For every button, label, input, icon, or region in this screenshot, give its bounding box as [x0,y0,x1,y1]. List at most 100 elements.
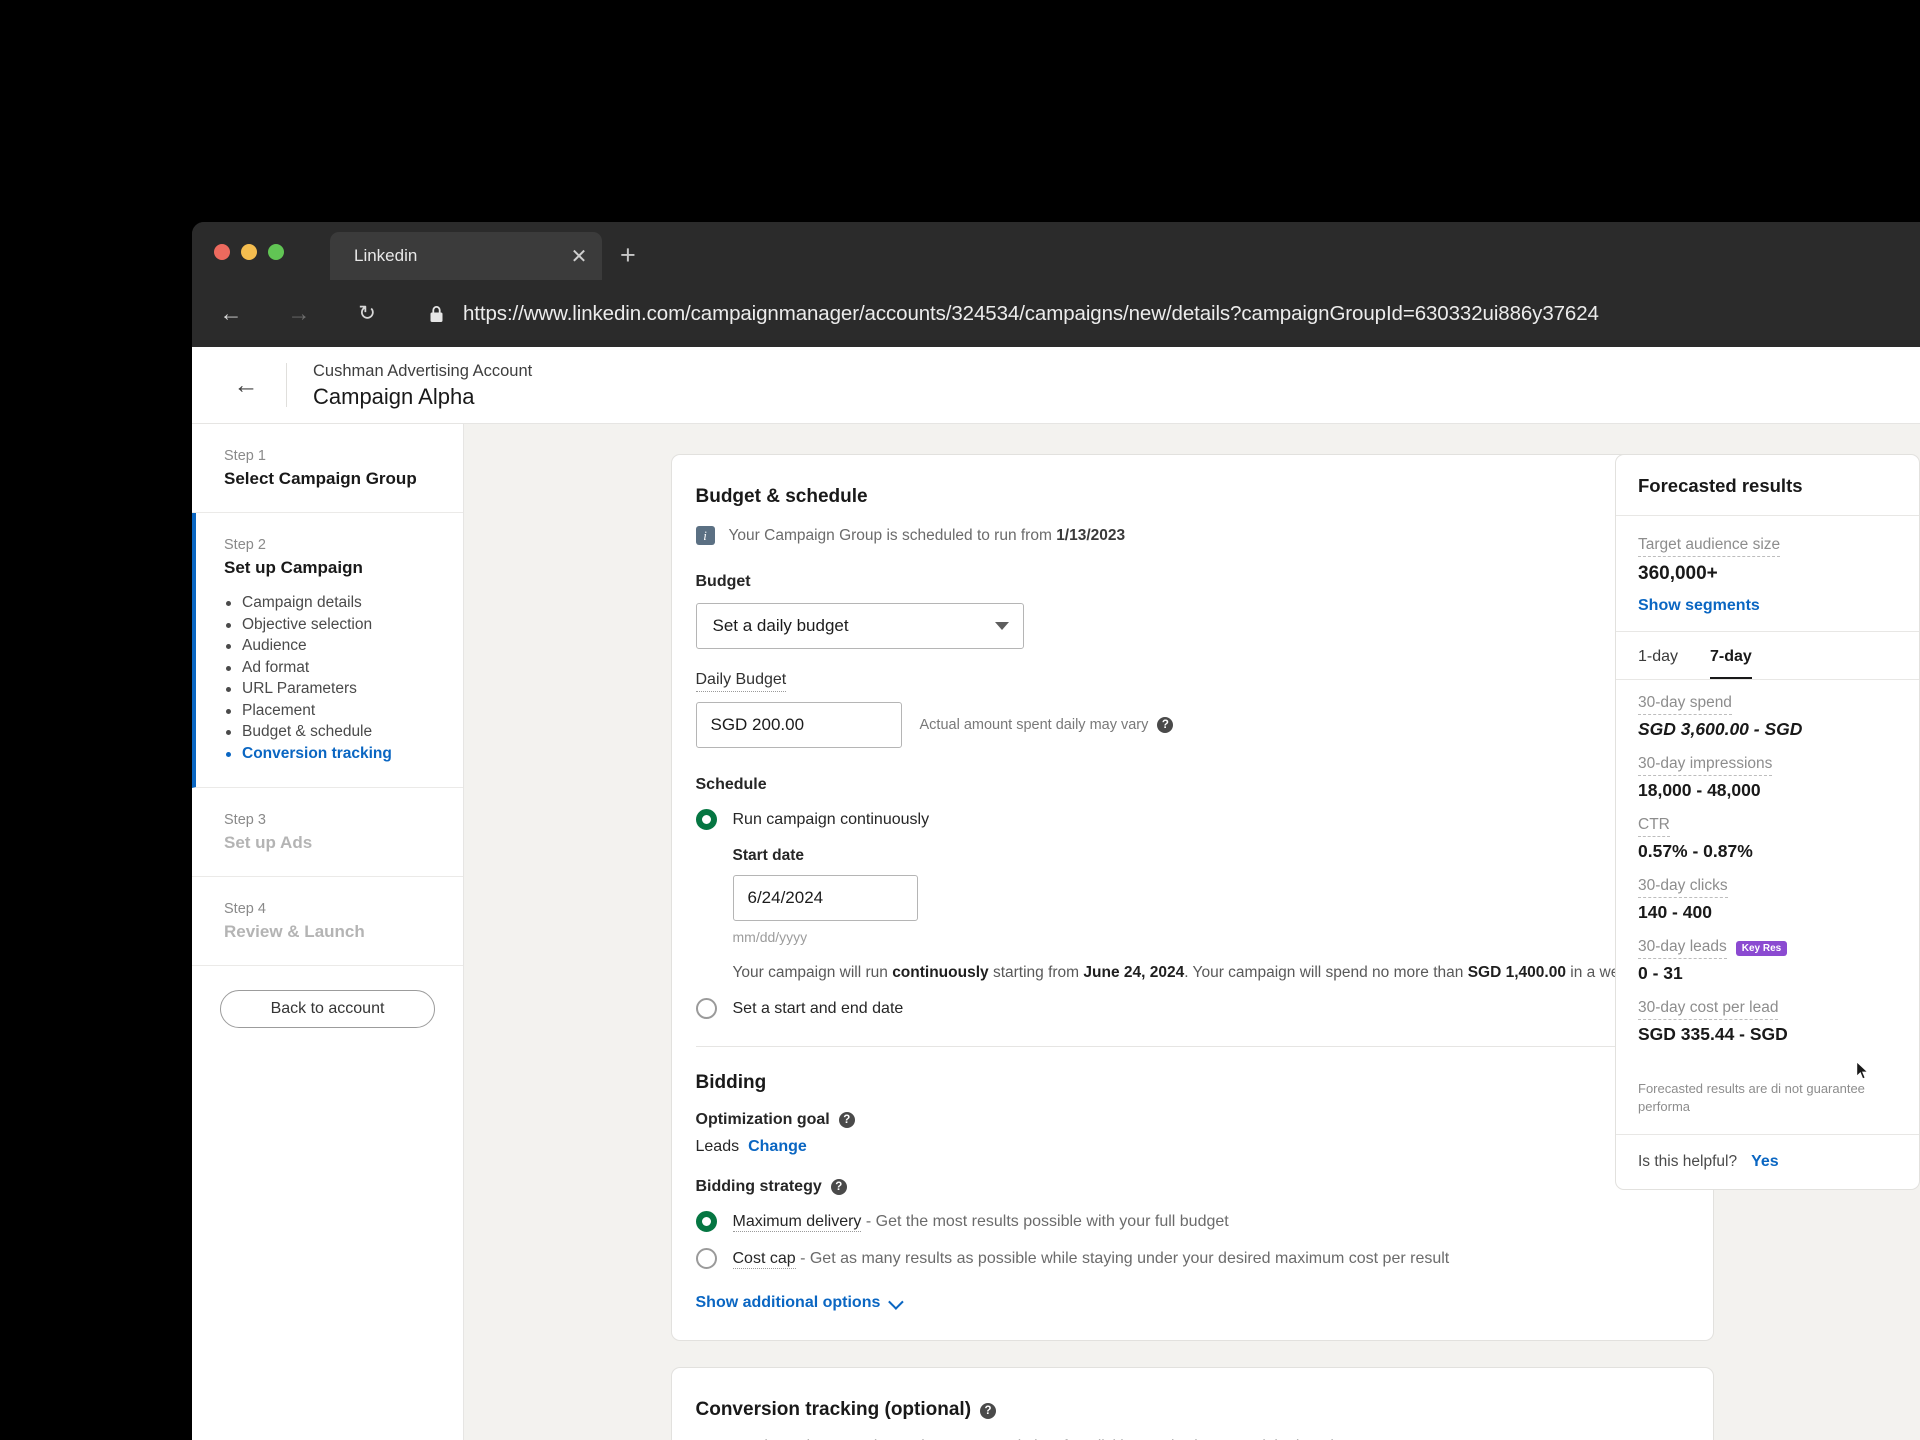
optimization-goal-label: Optimization goal [695,1111,830,1128]
chevron-down-icon [994,622,1009,630]
schedule-start-end-option[interactable]: Set a start and end date [695,997,1689,1020]
metric-30-day-cost-per-lead: 30-day cost per lead SGD 335.44 - SGD [1638,999,1897,1045]
daily-budget-row: Actual amount spent daily may vary? [695,702,1689,748]
optimization-goal-row: Leads Change [696,1138,1689,1156]
metric-label: 30-day clicks [1638,877,1728,898]
tab-strip: Linkedin ✕ + [192,222,1920,280]
divider [695,1046,1689,1047]
divider [286,363,287,407]
sidebar-step-2[interactable]: Step 2 Set up Campaign Campaign details … [192,513,463,788]
strategy-max-delivery-option[interactable]: Maximum delivery - Get the most results … [695,1210,1689,1233]
feedback-yes-button[interactable]: Yes [1751,1153,1779,1171]
show-additional-options-label: Show additional options [695,1294,881,1311]
sidebar-item-url-parameters[interactable]: URL Parameters [224,679,433,700]
radio-label: Run campaign continuously [732,811,930,828]
budget-type-select[interactable]: Set a daily budget [695,603,1024,649]
show-segments-link[interactable]: Show segments [1638,597,1897,615]
back-to-account-button[interactable]: Back to account [220,990,435,1028]
sidebar-step-1[interactable]: Step 1 Select Campaign Group [192,424,463,513]
arrow-left-icon[interactable]: ← [214,297,248,331]
url-text[interactable]: https://www.linkedin.com/campaignmanager… [463,302,1599,326]
section-title: Budget & schedule [695,486,868,507]
strategy-cost-cap-option[interactable]: Cost cap - Get as many results as possib… [695,1247,1689,1270]
start-date-label: Start date [732,847,805,864]
tab-7-day[interactable]: 7-day [1710,648,1752,679]
forecast-metrics: 30-day spend SGD 3,600.00 - SGD 30-day i… [1616,679,1919,1076]
target-audience-value: 360,000+ [1638,563,1718,584]
sidebar-item-ad-format[interactable]: Ad format [224,658,433,679]
radio-cost-cap[interactable] [695,1248,717,1269]
metric-30-day-impressions: 30-day impressions 18,000 - 48,000 [1638,755,1897,801]
schedule-label: Schedule [695,776,767,793]
metric-30-day-clicks: 30-day clicks 140 - 400 [1638,877,1897,923]
sidebar-item-placement[interactable]: Placement [224,701,433,722]
bidding-title: Bidding [695,1072,767,1093]
plus-icon[interactable]: + [620,242,636,269]
metric-value: SGD 335.44 - SGD [1638,1024,1788,1044]
info-icon: i [695,526,715,545]
radio-label: Set a start and end date [732,1000,904,1017]
question-mark-icon[interactable]: ? [980,1403,997,1419]
metric-label: 30-day impressions [1638,755,1773,776]
metric-30-day-leads: 30-day leads Key Res 0 - 31 [1638,938,1897,984]
change-optimization-goal-link[interactable]: Change [748,1138,807,1155]
optimization-goal-value: Leads [695,1138,740,1155]
step-number: Step 2 [224,537,266,553]
substep-list: Campaign details Objective selection Aud… [224,593,433,764]
daily-budget-label: Daily Budget [695,671,787,692]
budget-schedule-card: Budget & schedule i Your Campaign Group … [670,454,1714,1341]
step-name: Review & Launch [224,922,365,941]
metric-label: 30-day cost per lead [1638,999,1779,1020]
minimize-window-button[interactable] [241,244,257,260]
schedule-continuous-option[interactable]: Run campaign continuously [695,808,1689,831]
question-mark-icon[interactable]: ? [838,1112,855,1128]
sidebar-item-objective-selection[interactable]: Objective selection [224,615,433,636]
sidebar-item-audience[interactable]: Audience [224,636,433,657]
arrow-left-icon[interactable]: ← [232,371,260,400]
question-mark-icon[interactable]: ? [1157,717,1174,733]
daily-budget-input[interactable] [695,702,902,748]
sidebar-item-campaign-details[interactable]: Campaign details [224,593,433,614]
radio-start-end-date[interactable] [695,998,717,1019]
page-header: ← Cushman Advertising Account Campaign A… [192,347,1920,424]
date-format-hint: mm/dd/yyyy [732,929,808,945]
metric-30-day-spend: 30-day spend SGD 3,600.00 - SGD [1638,694,1897,740]
start-date-group: Start date mm/dd/yyyy Your campaign will… [732,847,1689,983]
sidebar-step-3[interactable]: Step 3 Set up Ads [192,788,463,877]
bidding-strategy-block: Bidding strategy? [696,1178,1689,1196]
radio-label: Maximum delivery - Get the most results … [732,1213,1229,1232]
account-name: Cushman Advertising Account [313,362,533,380]
daily-budget-helper: Actual amount spent daily may vary? [920,717,1174,733]
metric-label: 30-day leads [1638,938,1727,959]
chevron-down-icon [888,1293,905,1310]
close-icon[interactable]: ✕ [562,244,596,269]
step-number: Step 1 [224,448,266,464]
step-name: Set up Campaign [224,558,363,577]
maximize-window-button[interactable] [268,244,284,260]
target-audience-block: Target audience size 360,000+ Show segme… [1616,516,1919,632]
reload-icon[interactable]: ↻ [350,297,384,331]
bidding-strategy-label: Bidding strategy [695,1178,822,1195]
radio-label: Cost cap - Get as many results as possib… [732,1250,1450,1269]
conversion-title-row: Conversion tracking (optional)? [696,1398,1689,1422]
status-badge: Key Res [1735,941,1788,956]
close-window-button[interactable] [214,244,230,260]
tab-1-day[interactable]: 1-day [1638,648,1678,679]
sidebar-item-conversion-tracking[interactable]: Conversion tracking [224,744,433,765]
conversion-tracking-card: Conversion tracking (optional)? Measure … [670,1367,1714,1440]
form-column: Budget & schedule i Your Campaign Group … [670,454,1714,1440]
sidebar-step-4[interactable]: Step 4 Review & Launch [192,877,463,966]
browser-tab[interactable]: Linkedin ✕ [330,232,602,280]
tab-title: Linkedin [354,246,418,265]
sidebar-item-budget-schedule[interactable]: Budget & schedule [224,722,433,743]
question-mark-icon[interactable]: ? [830,1179,847,1195]
metric-value: 0 - 31 [1638,963,1683,983]
arrow-right-icon[interactable]: → [282,297,316,331]
forecast-feedback: Is this helpful? Yes [1616,1135,1919,1189]
step-name: Set up Ads [224,833,313,852]
radio-maximum-delivery[interactable] [695,1211,717,1232]
start-date-input[interactable] [732,875,918,921]
show-additional-options-button[interactable]: Show additional options [695,1293,1689,1312]
forecasted-results-panel: Forecasted results Target audience size … [1615,454,1920,1190]
radio-run-continuously[interactable] [695,809,717,830]
